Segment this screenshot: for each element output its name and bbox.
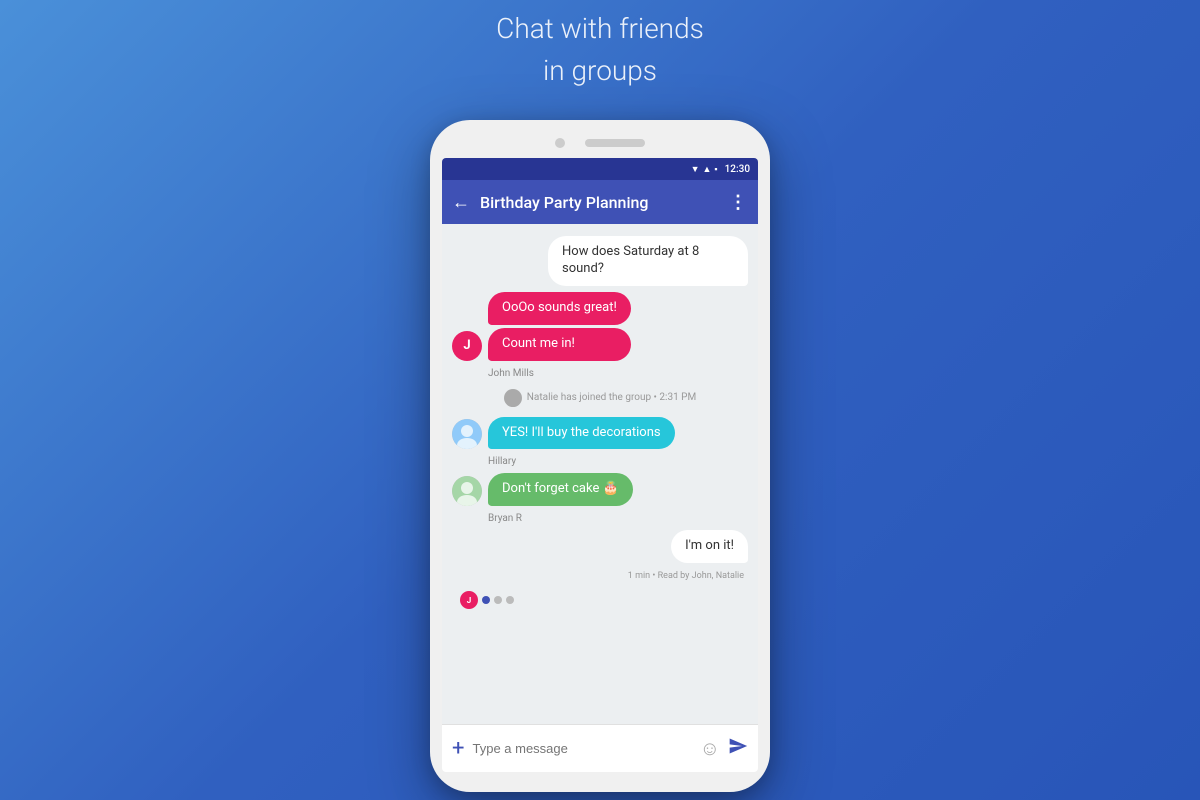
status-icons: ▼ ▲ ▪ bbox=[691, 164, 718, 175]
messages-area: How does Saturday at 8 sound? J OoOo sou… bbox=[442, 224, 758, 724]
message-text: Count me in! bbox=[502, 336, 575, 351]
phone-hardware-top bbox=[442, 138, 758, 148]
sender-name: John Mills bbox=[488, 368, 748, 379]
message-bubble: Count me in! bbox=[488, 328, 631, 361]
phone-speaker bbox=[585, 139, 645, 147]
avatar bbox=[452, 476, 482, 506]
phone-mockup: ▼ ▲ ▪ 12:30 ← Birthday Party Planning ⋮ … bbox=[430, 120, 770, 792]
typing-dot bbox=[482, 596, 490, 604]
stacked-messages: OoOo sounds great! Count me in! bbox=[488, 292, 631, 361]
sender-name: Bryan R bbox=[488, 513, 748, 524]
page-heading: Chat with friends in groups bbox=[496, 8, 704, 92]
page-title-line1: Chat with friends bbox=[496, 8, 704, 50]
message-text: OoOo sounds great! bbox=[502, 300, 617, 315]
typing-avatar: J bbox=[460, 591, 478, 609]
stacked-messages: Don't forget cake 🎂 bbox=[488, 473, 633, 506]
message-bubble: How does Saturday at 8 sound? bbox=[548, 236, 748, 286]
phone-camera bbox=[555, 138, 565, 148]
wifi-icon: ▼ bbox=[691, 164, 700, 175]
avatar bbox=[452, 419, 482, 449]
emoji-button[interactable]: ☺ bbox=[700, 736, 720, 761]
message-input[interactable] bbox=[472, 741, 691, 756]
app-bar: ← Birthday Party Planning ⋮ bbox=[442, 180, 758, 224]
join-avatar bbox=[504, 389, 522, 407]
input-bar: + ☺ bbox=[442, 724, 758, 772]
message-bubble: Don't forget cake 🎂 bbox=[488, 473, 633, 506]
message-bubble: I'm on it! bbox=[671, 530, 748, 563]
status-bar: ▼ ▲ ▪ 12:30 bbox=[442, 158, 758, 180]
message-row: How does Saturday at 8 sound? bbox=[452, 236, 748, 286]
join-notice: Natalie has joined the group • 2:31 PM bbox=[452, 385, 748, 411]
phone-screen: ▼ ▲ ▪ 12:30 ← Birthday Party Planning ⋮ … bbox=[442, 158, 758, 772]
add-button[interactable]: + bbox=[452, 736, 464, 761]
message-bubble: YES! I'll buy the decorations bbox=[488, 417, 675, 450]
back-button[interactable]: ← bbox=[452, 192, 470, 213]
message-text: Don't forget cake 🎂 bbox=[502, 481, 619, 496]
stacked-messages: YES! I'll buy the decorations bbox=[488, 417, 675, 450]
sender-name: Hillary bbox=[488, 456, 748, 467]
message-text: How does Saturday at 8 sound? bbox=[562, 244, 699, 276]
typing-dot bbox=[506, 596, 514, 604]
message-row: YES! I'll buy the decorations bbox=[452, 417, 748, 450]
signal-icon: ▲ bbox=[703, 164, 712, 175]
more-options-button[interactable]: ⋮ bbox=[729, 192, 748, 213]
status-time: 12:30 bbox=[725, 164, 750, 175]
message-row: J OoOo sounds great! Count me in! bbox=[452, 292, 748, 361]
message-row: I'm on it! bbox=[452, 530, 748, 563]
join-text: Natalie has joined the group • 2:31 PM bbox=[527, 392, 696, 403]
avatar: J bbox=[452, 331, 482, 361]
chat-title: Birthday Party Planning bbox=[480, 193, 719, 212]
typing-indicator: J bbox=[452, 587, 748, 613]
typing-dot bbox=[494, 596, 502, 604]
battery-icon: ▪ bbox=[714, 164, 717, 175]
read-receipt: 1 min • Read by John, Natalie bbox=[452, 571, 744, 581]
send-button[interactable] bbox=[728, 736, 748, 761]
message-row: Don't forget cake 🎂 bbox=[452, 473, 748, 506]
page-title-line2: in groups bbox=[496, 50, 704, 92]
message-text: YES! I'll buy the decorations bbox=[502, 425, 661, 440]
message-text: I'm on it! bbox=[685, 538, 734, 553]
message-bubble: OoOo sounds great! bbox=[488, 292, 631, 325]
